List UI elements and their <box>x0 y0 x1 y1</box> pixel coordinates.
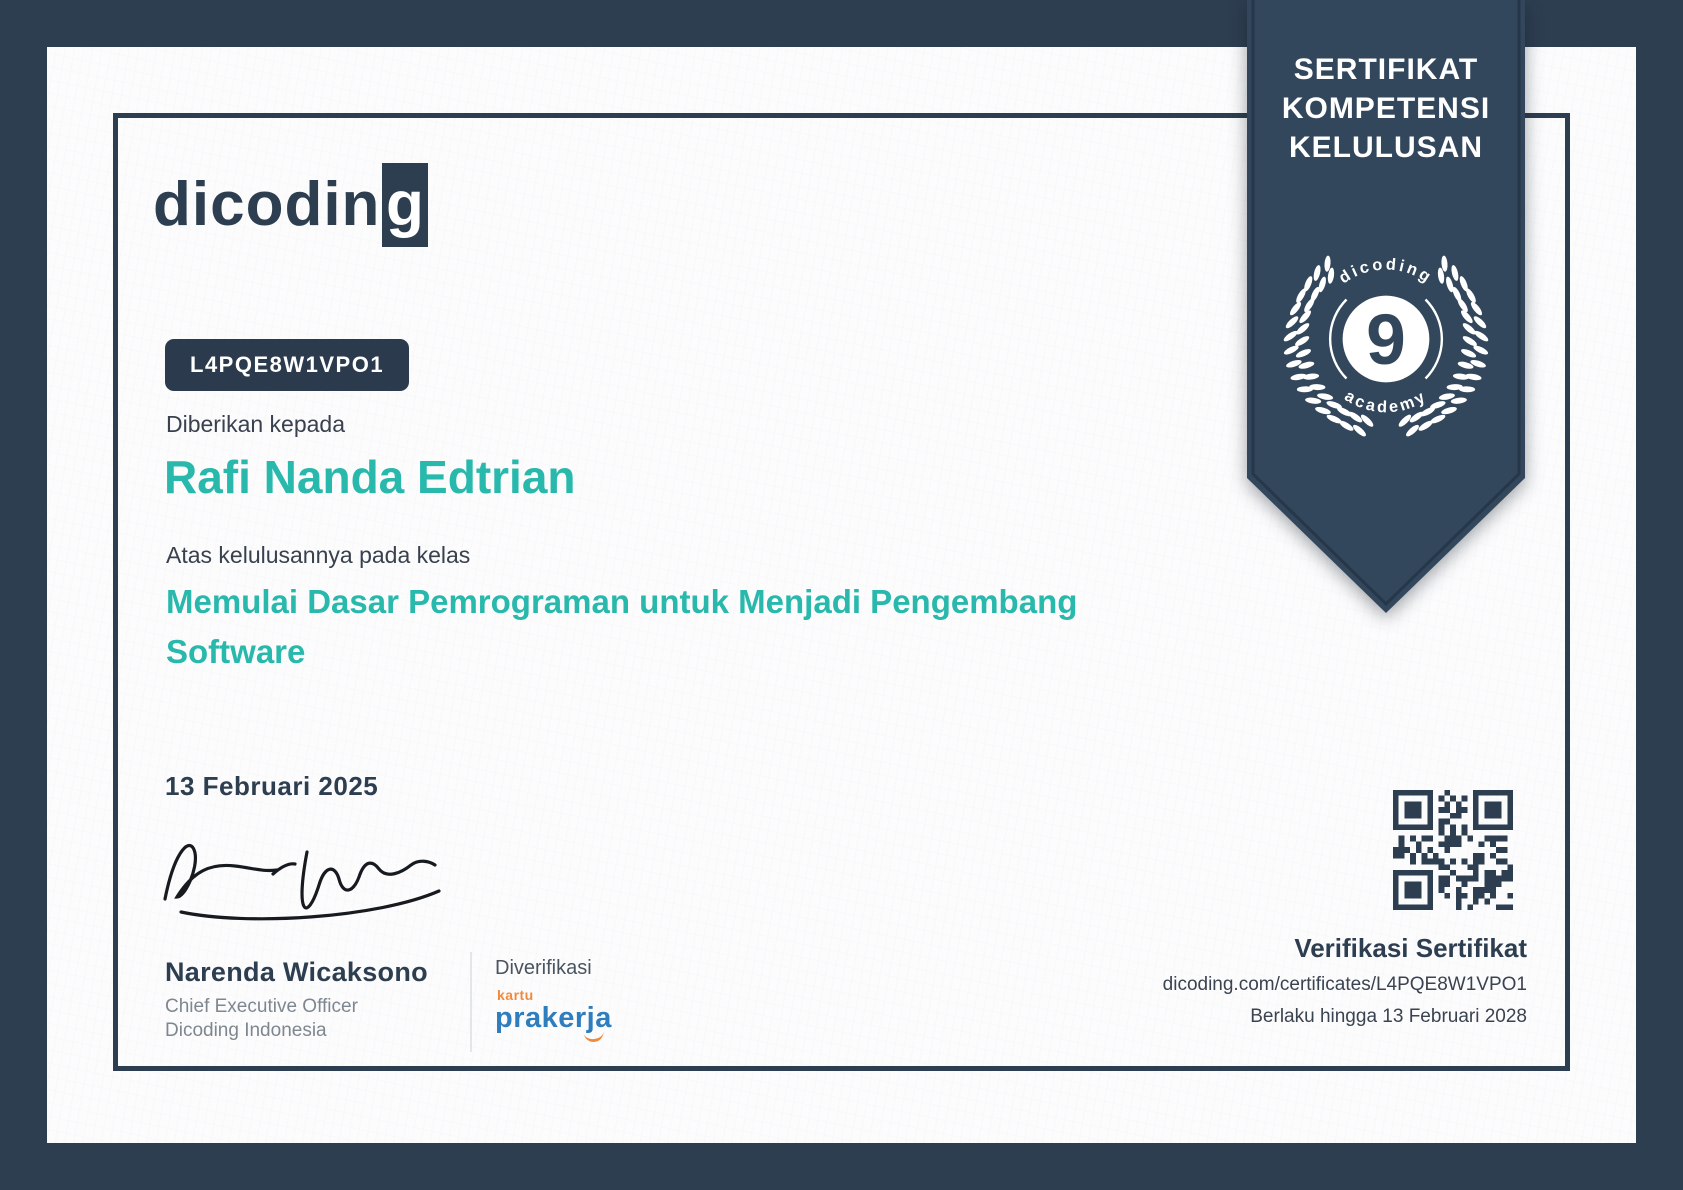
emblem-number: 9 <box>1366 300 1406 380</box>
verification-validity: Berlaku hingga 13 Februari 2028 <box>1250 1006 1527 1027</box>
signer-title: Chief Executive Officer <box>165 996 358 1017</box>
dicoding-academy-emblem: 9 dicoding academy <box>1283 255 1489 437</box>
ribbon-line-2: KOMPETENSI <box>1281 92 1491 125</box>
signer-organization: Dicoding Indonesia <box>165 1020 327 1041</box>
course-title-line-2: Software <box>166 633 306 670</box>
certificate: dicoding L4PQE8W1VPO1 Diberikan kepada R… <box>0 0 1683 1190</box>
verification-block: Verifikasi Sertifikat dicoding.com/certi… <box>1163 933 1527 1028</box>
ribbon-line-3: KELULUSAN <box>1289 131 1483 164</box>
signer-name: Narenda Wicaksono <box>165 957 428 987</box>
ribbon-line-1: SERTIFIKAT <box>1293 53 1479 86</box>
svg-text:academy: academy <box>1341 387 1430 417</box>
ribbon-title: SERTIFIKAT KOMPETENSI KELULUSAN <box>1247 50 1525 167</box>
issue-date: 13 Februari 2025 <box>165 771 379 801</box>
logo-g-mark: g <box>382 163 429 247</box>
verification-url: dicoding.com/certificates/L4PQE8W1VPO1 <box>1162 974 1527 995</box>
svg-text:dicoding: dicoding <box>1336 255 1436 287</box>
course-title: Memulai Dasar Pemrograman untuk Menjadi … <box>166 577 1077 677</box>
course-title-line-1: Memulai Dasar Pemrograman untuk Menjadi … <box>166 583 1078 620</box>
signer-block: Narenda Wicaksono Chief Executive Office… <box>165 957 428 1043</box>
award-ribbon: SERTIFIKAT KOMPETENSI KELULUSAN 9 dicodi… <box>1247 0 1525 615</box>
vertical-divider <box>470 952 472 1052</box>
emblem-arc-bottom: academy <box>1341 387 1427 417</box>
dicoding-logo: dicoding <box>153 163 429 247</box>
prakerja-label: prakerja <box>495 1002 612 1034</box>
verification-title: Verifikasi Sertifikat <box>1294 933 1527 963</box>
recipient-name: Rafi Nanda Edtrian <box>164 451 576 503</box>
course-label: Atas kelulusannya pada kelas <box>166 542 471 568</box>
given-to-label: Diberikan kepada <box>166 411 346 437</box>
handwritten-signature-icon <box>163 843 441 921</box>
emblem-arc-top: dicoding <box>1336 255 1434 287</box>
logo-text: dicodin <box>153 170 381 239</box>
kartu-label: kartu <box>497 987 534 1003</box>
kartu-prakerja-logo: kartu prakerja <box>495 987 612 1044</box>
certificate-id-badge: L4PQE8W1VPO1 <box>165 339 410 391</box>
diverifikasi-label: Diverifikasi <box>495 957 592 979</box>
qr-code-icon <box>1393 790 1513 910</box>
